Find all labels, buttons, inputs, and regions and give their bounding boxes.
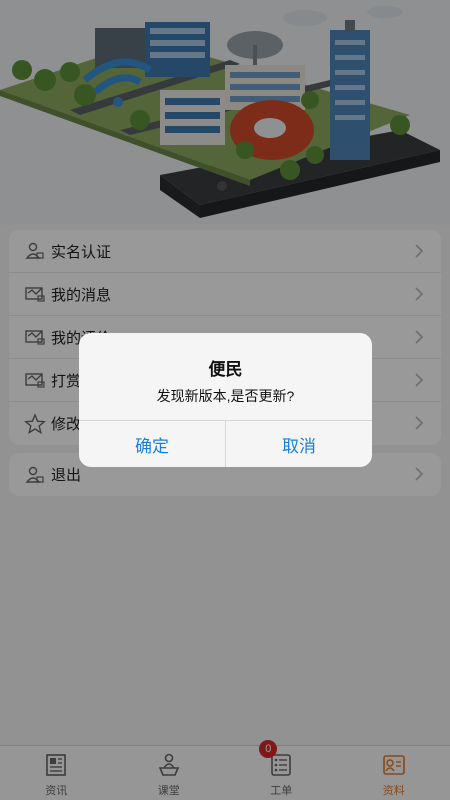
dialog-message: 发现新版本,是否更新? (156, 388, 295, 404)
confirm-button[interactable]: 确定 (79, 421, 225, 467)
dialog-title: 便民 (208, 360, 243, 379)
dialog-actions: 确定 取消 (79, 420, 372, 467)
update-dialog: 便民 发现新版本,是否更新? 确定 取消 (79, 333, 372, 467)
cancel-button[interactable]: 取消 (225, 421, 372, 467)
